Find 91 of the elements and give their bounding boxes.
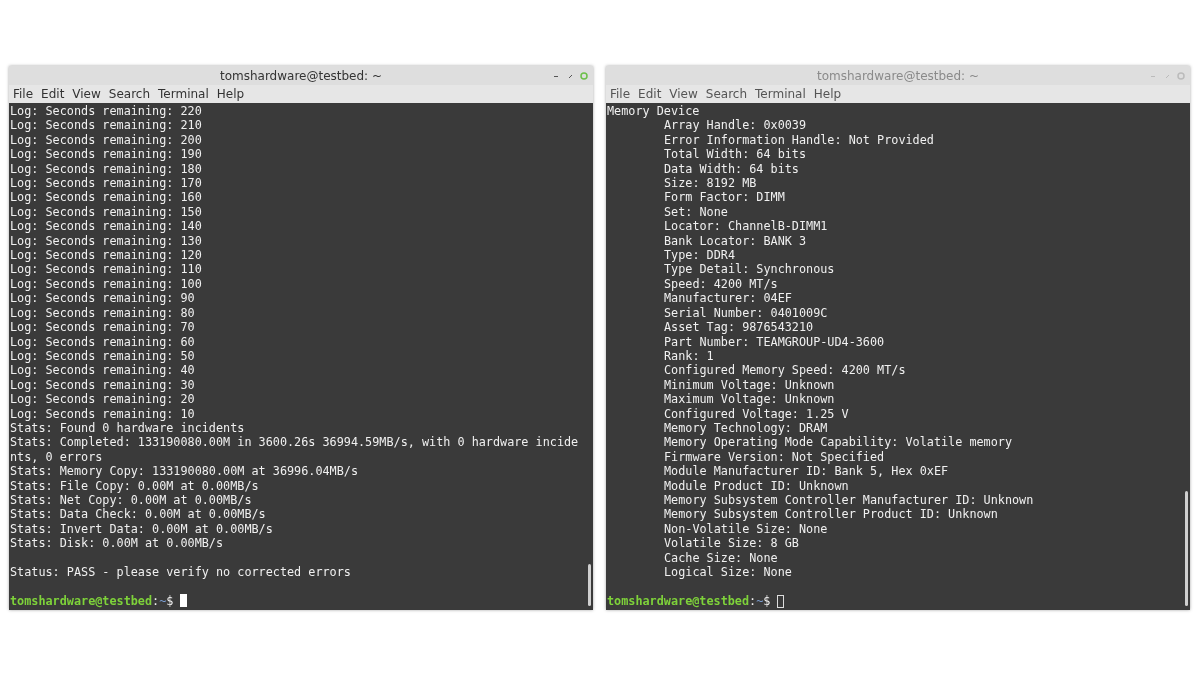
output-line: Memory Technology: DRAM	[663, 420, 829, 436]
output-line: Non-Volatile Size: None	[663, 521, 829, 537]
menu-item[interactable]: View	[669, 87, 698, 101]
menu-item[interactable]: Search	[108, 87, 151, 101]
output-line: Log: Seconds remaining: 40	[9, 363, 196, 378]
output-line: Array Handle: 0x0039	[663, 118, 808, 133]
output-line: Log: Seconds remaining: 30	[9, 377, 196, 393]
output-line: Log: Seconds remaining: 130	[9, 233, 203, 249]
output-line: Log: Seconds remaining: 100	[9, 276, 203, 292]
output-line: Set: None	[663, 204, 728, 220]
scrollbar-thumb[interactable]	[1185, 491, 1188, 606]
output-line: Log: Seconds remaining: 10	[9, 406, 196, 421]
prompt-user-host: tomshardware@testbed	[607, 593, 750, 609]
output-line: Stats: Net Copy: 0.00M at 0.00MB/s	[9, 492, 253, 508]
scrollbar-thumb[interactable]	[588, 564, 591, 606]
output-line: Memory Device	[606, 104, 701, 119]
output-line: Serial Number: 0401009C	[663, 305, 829, 321]
output-line: Type Detail: Synchronous	[663, 262, 836, 277]
output-line: Minimum Voltage: Unknown	[663, 377, 836, 393]
output-line: Module Product ID: Unknown	[663, 478, 850, 493]
output-line: Log: Seconds remaining: 190	[9, 147, 203, 162]
output-line: Stats: Disk: 0.00M at 0.00MB/s	[9, 536, 225, 551]
output-line: Stats: File Copy: 0.00M at 0.00MB/s	[9, 478, 260, 493]
output-line: Log: Seconds remaining: 60	[9, 334, 196, 349]
output-line: Log: Seconds remaining: 170	[9, 176, 203, 191]
output-line: Log: Seconds remaining: 80	[9, 305, 196, 321]
prompt-separator: :	[152, 593, 160, 609]
output-line: Log: Seconds remaining: 210	[9, 118, 203, 133]
output-line: Memory Operating Mode Capability: Volatile memory	[663, 435, 1013, 450]
output-line: Part Number: TEAMGROUP-UD4-3600	[663, 334, 886, 349]
menu-item[interactable]: Search	[705, 87, 748, 101]
output-line: Cache Size: None	[663, 550, 779, 565]
output-line: Size: 8192 MB	[663, 176, 758, 191]
window-title: tomshardware@testbed: ~	[218, 68, 384, 83]
output-line: Memory Subsystem Controller Manufacturer ID: Unknown	[663, 492, 1035, 508]
output-line: Log: Seconds remaining: 70	[9, 320, 196, 335]
window-title: tomshardware@testbed: ~	[815, 68, 981, 83]
output-line: Log: Seconds remaining: 160	[9, 190, 203, 205]
output-line: Log: Seconds remaining: 120	[9, 248, 203, 263]
output-line: Asset Tag: 9876543210	[663, 320, 815, 335]
prompt-symbol: $	[166, 593, 174, 609]
output-line: Log: Seconds remaining: 110	[9, 262, 203, 277]
output-line: Log: Seconds remaining: 50	[9, 348, 196, 364]
menu-item[interactable]: View	[72, 87, 101, 101]
output-line: Stats: Memory Copy: 133190080.00M at 36996.04MB/s	[9, 464, 359, 479]
menu-item[interactable]: Help	[216, 87, 245, 101]
output-line: Total Width: 64 bits	[663, 147, 808, 162]
menu-item[interactable]: Edit	[638, 87, 662, 101]
output-line: Memory Subsystem Controller Product ID: Unknown	[663, 507, 999, 522]
output-line: Data Width: 64 bits	[663, 161, 800, 177]
output-line: Module Manufacturer ID: Bank 5, Hex 0xEF	[663, 464, 950, 479]
output-line: Locator: ChannelB-DIMM1	[663, 219, 829, 234]
menu-item[interactable]: Edit	[41, 87, 65, 101]
output-line: Manufacturer: 04EF	[663, 291, 793, 306]
close-icon[interactable]	[1176, 70, 1186, 81]
output-line: Firmware Version: Not Specified	[663, 449, 886, 465]
output-line: Type: DDR4	[663, 248, 737, 263]
output-line: Form Factor: DIMM	[663, 190, 786, 205]
menu-item[interactable]: File	[13, 87, 34, 101]
output-line: Rank: 1	[663, 348, 715, 364]
output-line: Speed: 4200 MT/s	[663, 276, 779, 292]
output-line: Logical Size: None	[663, 565, 793, 580]
output-line: Log: Seconds remaining: 200	[9, 132, 203, 148]
menu-item[interactable]: Terminal	[755, 87, 806, 101]
output-line: Log: Seconds remaining: 180	[9, 161, 203, 177]
output-line: Maximum Voltage: Unknown	[663, 392, 836, 407]
output-line: Log: Seconds remaining: 150	[9, 204, 203, 220]
output-line: nts, 0 errors	[9, 449, 104, 465]
prompt-user-host: tomshardware@testbed	[10, 593, 153, 609]
close-icon[interactable]	[579, 70, 589, 81]
output-line: Log: Seconds remaining: 140	[9, 219, 203, 234]
menu-item[interactable]: Terminal	[158, 87, 209, 101]
output-line: Stats: Completed: 133190080.00M in 3600.26s 36994.59MB/s, with 0 hardware incide	[9, 435, 580, 450]
output-line: Stats: Found 0 hardware incidents	[9, 420, 246, 436]
output-line: Stats: Data Check: 0.00M at 0.00MB/s	[9, 507, 267, 522]
output-line: Volatile Size: 8 GB	[663, 536, 800, 551]
output-line: Error Information Handle: Not Provided	[663, 132, 935, 148]
output-line: Stats: Invert Data: 0.00M at 0.00MB/s	[9, 521, 274, 537]
output-line: Bank Locator: BANK 3	[663, 233, 808, 249]
output-line: Status: PASS - please verify no corrected errors	[9, 565, 352, 580]
output-line: Configured Memory Speed: 4200 MT/s	[663, 363, 907, 378]
output-line: Configured Voltage: 1.25 V	[663, 406, 850, 421]
output-line: Log: Seconds remaining: 90	[9, 291, 196, 306]
prompt-symbol: $	[763, 593, 771, 609]
prompt-separator: :	[749, 593, 757, 609]
prompt-path: ~	[159, 593, 167, 609]
output-line: Log: Seconds remaining: 220	[9, 104, 203, 119]
output-line: Log: Seconds remaining: 20	[9, 392, 196, 407]
prompt-path: ~	[756, 593, 764, 609]
menu-item[interactable]: Help	[813, 87, 842, 101]
menu-item[interactable]: File	[610, 87, 631, 101]
